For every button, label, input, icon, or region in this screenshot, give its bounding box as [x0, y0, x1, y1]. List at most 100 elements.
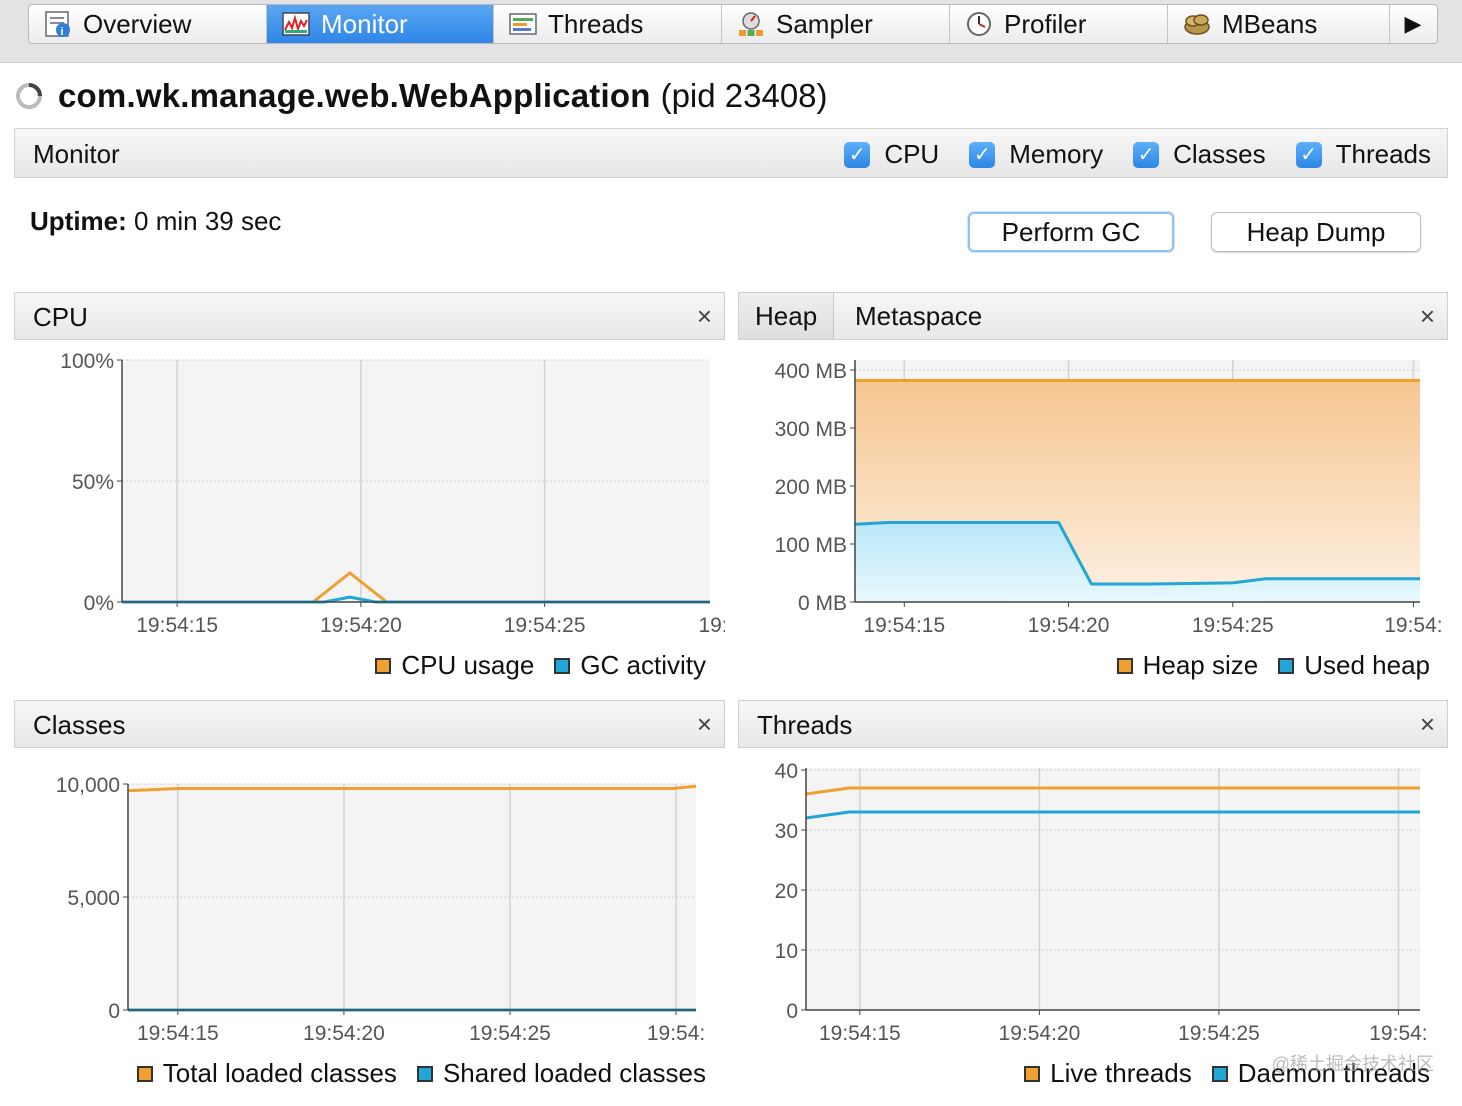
y-tick-label: 10,000 [56, 774, 120, 797]
y-tick-label: 30 [775, 820, 798, 843]
app-pid: (pid 23408) [660, 77, 828, 114]
x-tick-label: 19:54:25 [469, 1022, 551, 1045]
legend-swatch [1024, 1065, 1041, 1082]
tab-mbeans[interactable]: MBeans [1168, 5, 1390, 43]
tab-label: Overview [83, 8, 192, 39]
perform-gc-button[interactable]: Perform GC [968, 212, 1174, 252]
classes-legend: Total loaded classes Shared loaded class… [117, 1058, 706, 1089]
checkbox-label: Memory [1009, 139, 1104, 169]
tab-profiler[interactable]: Profiler [950, 5, 1168, 43]
uptime: Uptime: 0 min 39 sec [30, 206, 281, 237]
threads-checkbox[interactable]: ✓ Threads [1295, 139, 1431, 170]
mbeans-icon [1184, 14, 1210, 35]
legend-item-cpu-usage: CPU usage [375, 650, 534, 681]
x-tick-label: 19:54:20 [999, 1022, 1081, 1045]
x-tick-label: 19:54: [647, 1022, 705, 1045]
cpu-panel-title: CPU [33, 302, 88, 332]
chart-toggles: ✓ CPU ✓ Memory ✓ Classes ✓ Threads [814, 139, 1431, 170]
x-tick-label: 19:54: [1384, 614, 1442, 637]
cpu-chart: 100% 50% 0% 19:54:15 19:54:20 19:54:25 19:54: [60, 350, 725, 637]
y-tick-label: 0% [84, 592, 114, 615]
watermark: @稀土掘金技术社区 [1271, 1054, 1434, 1074]
tab-sampler[interactable]: Sampler [722, 5, 950, 43]
tab-monitor[interactable]: Monitor [267, 5, 494, 43]
checkmark-icon: ✓ [844, 141, 871, 168]
x-tick-label: 19:54:20 [320, 614, 402, 637]
legend-label: Used heap [1304, 650, 1430, 680]
y-tick-label: 400 MB [775, 360, 847, 383]
legend-swatch [1211, 1065, 1228, 1082]
cpu-legend: CPU usage GC activity [355, 650, 706, 681]
memory-checkbox[interactable]: ✓ Memory [969, 139, 1103, 170]
heap-dump-button[interactable]: Heap Dump [1211, 212, 1421, 252]
x-tick-label: 19:54:15 [136, 614, 218, 637]
legend-swatch [1278, 657, 1295, 674]
y-tick-label: 300 MB [775, 418, 847, 441]
classes-checkbox[interactable]: ✓ Classes [1133, 139, 1266, 170]
legend-label: GC activity [580, 650, 706, 680]
legend-label: Total loaded classes [162, 1058, 397, 1088]
checkmark-icon: ✓ [1295, 141, 1322, 168]
tab-overview[interactable]: i Overview [29, 5, 267, 43]
x-tick-label: 19:54:20 [303, 1022, 385, 1045]
checkbox-label: Threads [1335, 139, 1431, 169]
legend-label: CPU usage [401, 650, 535, 680]
tab-label: Monitor [321, 8, 408, 39]
monitor-icon [282, 12, 310, 36]
tab-label: Threads [548, 8, 644, 39]
y-tick-label: 100% [60, 350, 114, 373]
x-tick-label: 19:54: [1369, 1022, 1427, 1045]
tab-heap[interactable]: Heap [739, 293, 835, 339]
threads-icon [509, 13, 537, 35]
tab-bar: i Overview Monitor Threads Sampler Profi… [28, 4, 1438, 44]
cpu-checkbox[interactable]: ✓ CPU [844, 139, 939, 170]
legend-item-live-threads: Live threads [1024, 1058, 1192, 1089]
x-tick-label: 19:54:15 [137, 1022, 219, 1045]
y-tick-label: 50% [72, 471, 114, 494]
y-tick-label: 20 [775, 880, 798, 903]
legend-swatch [416, 1065, 433, 1082]
threads-chart: 40 30 20 10 0 19:54:15 19:54:20 19:54:25 19:54: [775, 760, 1428, 1045]
x-tick-label: 19:54:20 [1028, 614, 1110, 637]
tab-label: Sampler [776, 8, 873, 39]
close-icon[interactable]: × [1420, 301, 1435, 332]
y-tick-label: 5,000 [67, 887, 120, 910]
x-tick-label: 19:54:25 [1178, 1022, 1260, 1045]
tab-label: MBeans [1222, 8, 1318, 39]
memory-panel-header: Heap Metaspace × [738, 292, 1448, 340]
heap-chart: 400 MB 300 MB 200 MB 100 MB 0 MB 19:54:15 19:5… [775, 360, 1443, 637]
x-tick-label: 19:54: [698, 614, 725, 637]
profiler-icon [967, 12, 991, 36]
classes-panel-header: Classes × [14, 700, 725, 748]
memory-legend: Heap size Used heap [1097, 650, 1430, 681]
plot-background [806, 768, 1420, 1010]
legend-item-total-loaded-classes: Total loaded classes [136, 1058, 397, 1089]
uptime-value: 0 min 39 sec [134, 206, 282, 236]
legend-item-heap-size: Heap size [1116, 650, 1259, 681]
cpu-panel-header: CPU × [14, 292, 725, 340]
close-icon[interactable]: × [697, 301, 712, 332]
tab-threads[interactable]: Threads [494, 5, 722, 43]
legend-label: Shared loaded classes [442, 1058, 706, 1088]
y-tick-label: 0 [108, 1000, 120, 1023]
y-tick-label: 200 MB [775, 476, 847, 499]
checkmark-icon: ✓ [969, 141, 996, 168]
close-icon[interactable]: × [697, 709, 712, 740]
legend-swatch [375, 657, 392, 674]
app-title: com.wk.manage.web.WebApplication [58, 77, 651, 114]
y-tick-label: 0 [786, 1000, 798, 1023]
legend-item-shared-loaded-classes: Shared loaded classes [416, 1058, 706, 1089]
legend-label: Heap size [1142, 650, 1259, 680]
checkbox-label: CPU [884, 139, 940, 169]
checkmark-icon: ✓ [1133, 141, 1160, 168]
tab-metaspace[interactable]: Metaspace [839, 293, 998, 339]
overview-icon: i [45, 11, 70, 38]
monitor-label: Monitor [33, 139, 120, 169]
legend-swatch [1116, 657, 1133, 674]
tab-strip: i Overview Monitor Threads Sampler Profi… [0, 0, 1462, 63]
more-tabs-button[interactable]: ▶ [1390, 5, 1436, 43]
close-icon[interactable]: × [1420, 709, 1435, 740]
legend-swatch [554, 657, 571, 674]
legend-item-used-heap: Used heap [1278, 650, 1430, 681]
x-tick-label: 19:54:25 [504, 614, 586, 637]
